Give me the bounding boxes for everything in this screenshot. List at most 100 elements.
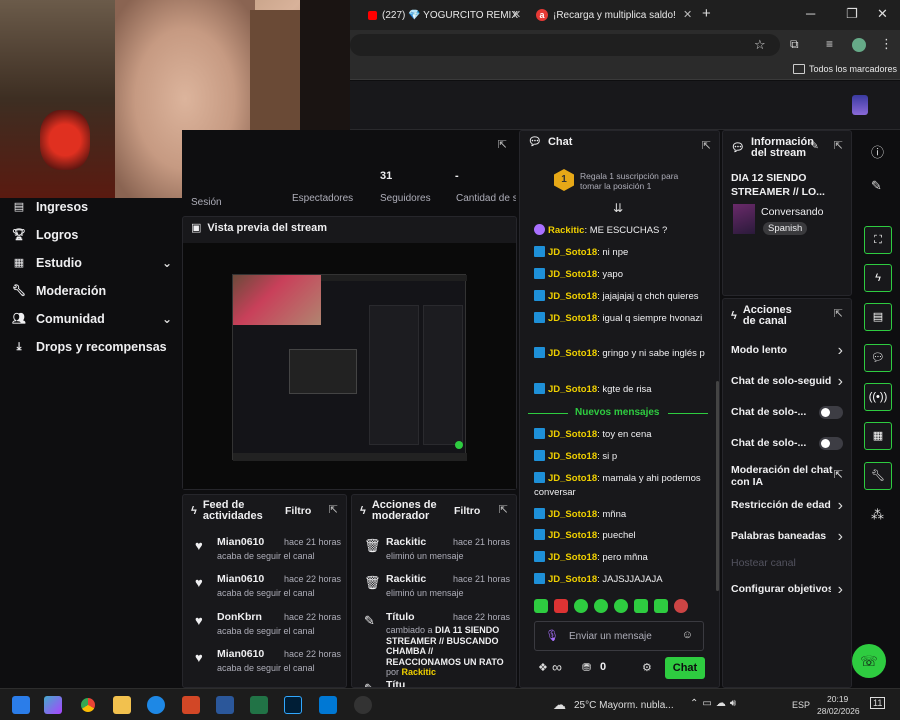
help-chat-button[interactable]: ☏	[852, 644, 886, 678]
edit-pencil-icon[interactable]: ✎	[810, 139, 819, 152]
emote-icon[interactable]	[554, 599, 568, 613]
sidebar-item-moderacion[interactable]: 🔧︎ Moderación	[12, 284, 172, 298]
sidebar-item-comunidad[interactable]: 👥︎ Comunidad ⌄	[12, 312, 172, 326]
broadcast-icon[interactable]: ((•))	[864, 383, 892, 411]
apps-icon[interactable]: ⁂	[871, 507, 884, 523]
popout-icon[interactable]: ⇱	[499, 503, 508, 516]
layout-icon[interactable]: ▦	[864, 422, 892, 450]
chat-username[interactable]: JD_Soto18	[548, 348, 597, 359]
mod-filter-button[interactable]: Filtro	[454, 505, 480, 517]
chat-username[interactable]: JD_Soto18	[548, 429, 597, 440]
popout-icon[interactable]: ⇱	[834, 139, 843, 152]
popout-icon[interactable]: ⇱	[498, 138, 507, 151]
emoji-icon[interactable]: ☺	[682, 629, 693, 641]
emote-icon[interactable]	[614, 599, 628, 613]
chrome-icon[interactable]	[79, 696, 97, 714]
emote-icon[interactable]	[594, 599, 608, 613]
wrench-icon[interactable]: 🔧︎	[864, 462, 892, 490]
chat-username[interactable]: JD_Soto18	[548, 313, 597, 324]
toggle-switch[interactable]	[819, 437, 843, 450]
file-explorer-icon[interactable]	[113, 696, 131, 714]
start-icon[interactable]	[12, 696, 30, 714]
bits-icon[interactable]: ❖	[538, 661, 548, 674]
minimize-button[interactable]: ─	[806, 6, 815, 21]
channel-action-item[interactable]: Moderación del chat con IA ⇱	[723, 464, 851, 488]
lightning-icon[interactable]: ϟ	[864, 264, 892, 292]
tab-close-icon[interactable]: ✕	[512, 8, 521, 21]
clock-date[interactable]: 28/02/2026	[817, 706, 860, 716]
copilot-icon[interactable]	[44, 696, 62, 714]
emote-icon[interactable]	[674, 599, 688, 613]
sidebar-item-ingresos[interactable]: ▤ Ingresos	[12, 200, 172, 214]
new-tab-button[interactable]: +	[702, 5, 711, 22]
all-bookmarks-link[interactable]: Todos los marcadores	[809, 64, 897, 74]
channel-action-item[interactable]: Chat de solo-...	[723, 437, 851, 459]
chat-settings-icon[interactable]: ⚙	[642, 661, 652, 674]
maximize-button[interactable]: ❐	[846, 6, 858, 22]
tab-youtube[interactable]: (227) 💎 YOGURCITO REMIX	[368, 6, 518, 24]
popout-icon[interactable]: ⇱	[702, 139, 711, 152]
chat-username[interactable]: JD_Soto18	[548, 530, 597, 541]
chat-scrollbar[interactable]	[716, 381, 719, 591]
category-name[interactable]: Conversando	[761, 206, 823, 218]
profile-avatar[interactable]	[852, 38, 866, 52]
weather-text[interactable]: 25°C Mayorm. nubla...	[574, 700, 674, 711]
channel-action-item[interactable]: Palabras baneadas ›	[723, 528, 851, 552]
edge-icon[interactable]	[147, 696, 165, 714]
chat-username[interactable]: JD_Soto18	[548, 247, 597, 258]
channel-action-item[interactable]: Modo lento ›	[723, 342, 851, 366]
emote-icon[interactable]	[534, 599, 548, 613]
channel-action-item[interactable]: Chat de solo-...	[723, 406, 851, 428]
edit-pencil-icon[interactable]: ✎	[871, 178, 882, 194]
gift-sub-text[interactable]: Regala 1 suscripción para tomar la posic…	[580, 171, 700, 191]
chat-username[interactable]: JD_Soto18	[548, 552, 597, 563]
sidebar-item-logros[interactable]: 🏆︎ Logros	[12, 228, 172, 242]
channel-action-item[interactable]: Configurar objetivos ›	[723, 581, 851, 605]
chat-username[interactable]: JD_Soto18	[548, 473, 597, 484]
emote-icon[interactable]	[634, 599, 648, 613]
obs-icon[interactable]	[354, 696, 372, 714]
toggle-switch[interactable]	[819, 406, 843, 419]
photoshop-icon[interactable]	[284, 696, 302, 714]
channel-action-item[interactable]: Restricción de edad ›	[723, 497, 851, 521]
tray-icons[interactable]: ⌃▭☁🔊︎	[690, 698, 740, 709]
browser-menu-icon[interactable]: ⋮	[880, 36, 893, 52]
language-indicator[interactable]: ESP	[792, 700, 810, 710]
store-icon[interactable]	[319, 696, 337, 714]
emote-icon[interactable]	[654, 599, 668, 613]
popout-icon[interactable]: ⇱	[834, 307, 843, 320]
clip-icon[interactable]: ⛶	[864, 226, 892, 254]
chat-username[interactable]: Rackitic	[548, 225, 584, 236]
preview-area[interactable]	[183, 243, 516, 489]
extensions-icon[interactable]: ⧉	[790, 37, 799, 52]
bookmark-star-icon[interactable]: ☆	[754, 37, 766, 53]
powerpoint-icon[interactable]	[182, 696, 200, 714]
clock-time[interactable]: 20:19	[827, 694, 848, 704]
feed-filter-button[interactable]: Filtro	[285, 505, 311, 517]
popout-icon[interactable]: ⇱	[329, 503, 338, 516]
emote-icon[interactable]	[574, 599, 588, 613]
chat-username[interactable]: JD_Soto18	[548, 509, 597, 520]
chat-username[interactable]: JD_Soto18	[548, 269, 597, 280]
url-input[interactable]	[350, 34, 780, 56]
close-window-button[interactable]: ✕	[877, 6, 888, 22]
tag-chip[interactable]: Spanish	[763, 222, 808, 235]
chat-username[interactable]: JD_Soto18	[548, 291, 597, 302]
sidebar-item-drops[interactable]: ⤓ Drops y recompensas	[12, 340, 172, 354]
notes-icon[interactable]: ▤	[864, 303, 892, 331]
channel-action-item[interactable]: Chat de solo-seguido ›	[723, 373, 851, 397]
sidebar-item-estudio[interactable]: ▦ Estudio ⌄	[12, 256, 172, 270]
chat-username[interactable]: JD_Soto18	[548, 574, 597, 585]
chat-send-button[interactable]: Chat	[665, 657, 705, 679]
category-thumbnail[interactable]	[733, 204, 755, 234]
notification-badge[interactable]: 11	[870, 697, 886, 709]
excel-icon[interactable]	[250, 696, 268, 714]
tab-amazon[interactable]: a ¡Recarga y multiplica saldo!	[536, 6, 696, 24]
chat-username[interactable]: JD_Soto18	[548, 384, 597, 395]
tab-close-icon[interactable]: ✕	[683, 8, 692, 21]
chat-username[interactable]: JD_Soto18	[548, 451, 597, 462]
media-control-icon[interactable]: ≡	[826, 37, 833, 51]
word-icon[interactable]	[216, 696, 234, 714]
info-icon[interactable]: ⓘ	[871, 142, 884, 161]
collapse-icon[interactable]: ⇊	[613, 201, 623, 215]
